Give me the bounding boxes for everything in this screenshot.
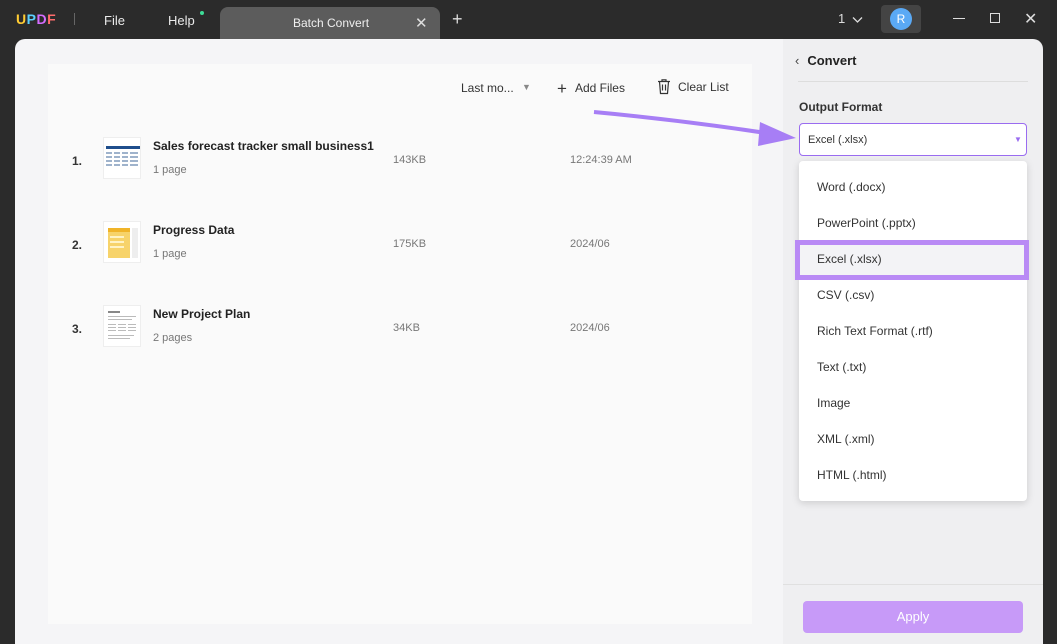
maximize-icon[interactable] — [990, 13, 1000, 23]
convert-panel: ‹ Convert Output Format Excel (.xlsx) ▼ W… — [783, 39, 1043, 644]
file-name: New Project Plan — [153, 307, 251, 321]
output-format-select[interactable]: Excel (.xlsx) ▼ — [799, 123, 1027, 156]
file-name: Progress Data — [153, 223, 235, 237]
minimize-icon[interactable] — [953, 18, 965, 19]
format-option-xml[interactable]: XML (.xml) — [799, 421, 1027, 457]
file-name: Sales forecast tracker small business1 — [153, 139, 374, 153]
format-option-csv[interactable]: CSV (.csv) — [799, 277, 1027, 313]
tab-batch-convert[interactable]: Batch Convert ✕ — [220, 7, 440, 40]
panel-title: Convert — [807, 53, 857, 68]
output-format-label: Output Format — [799, 100, 883, 114]
format-option-powerpoint[interactable]: PowerPoint (.pptx) — [799, 205, 1027, 241]
clear-list-label: Clear List — [678, 80, 729, 94]
account-button[interactable]: R — [881, 5, 921, 33]
file-size: 175KB — [393, 238, 427, 250]
menu-file[interactable]: File — [104, 13, 125, 28]
avatar: R — [890, 8, 912, 30]
file-size: 34KB — [393, 322, 420, 334]
file-index: 2. — [72, 238, 83, 252]
add-files-button[interactable]: + Add Files — [557, 79, 625, 99]
convert-header[interactable]: ‹ Convert — [795, 53, 856, 68]
file-row[interactable]: 3. New Project Plan 2 pages 34KB 2024/06 — [48, 295, 752, 379]
file-index: 1. — [72, 154, 83, 168]
clear-list-button[interactable]: Clear List — [656, 78, 729, 95]
file-thumbnail — [103, 305, 141, 347]
file-date: 2024/06 — [570, 238, 610, 250]
file-pages: 1 page — [153, 248, 187, 260]
format-option-text[interactable]: Text (.txt) — [799, 349, 1027, 385]
divider — [798, 81, 1028, 82]
file-pages: 2 pages — [153, 332, 193, 344]
file-list: Last mo... ▼ + Add Files Clear List 1. S… — [48, 64, 752, 624]
divider — [783, 584, 1043, 585]
help-notification-dot — [200, 11, 204, 15]
document-count-dropdown[interactable]: 1 — [838, 11, 863, 26]
highlight-box — [795, 240, 1029, 280]
back-icon[interactable]: ‹ — [795, 53, 799, 68]
menu-help[interactable]: Help — [168, 13, 195, 28]
title-bar: UPDF File Help Batch Convert ✕ + 1 R ✕ — [0, 0, 1057, 40]
add-files-label: Add Files — [574, 81, 625, 95]
window-close-icon[interactable]: ✕ — [1024, 9, 1037, 29]
selected-format: Excel (.xlsx) — [808, 134, 868, 146]
format-dropdown: Word (.docx) PowerPoint (.pptx) Excel (.… — [799, 161, 1027, 501]
main-area: Last mo... ▼ + Add Files Clear List 1. S… — [15, 39, 783, 644]
file-thumbnail — [103, 137, 141, 179]
format-option-html[interactable]: HTML (.html) — [799, 457, 1027, 493]
file-pages: 1 page — [153, 164, 187, 176]
file-thumbnail — [103, 221, 141, 263]
list-toolbar: Last mo... ▼ + Add Files Clear List — [48, 64, 752, 114]
updf-logo: UPDF — [16, 11, 57, 27]
title-separator — [74, 13, 75, 25]
tab-close-icon[interactable]: ✕ — [415, 14, 428, 32]
file-row[interactable]: 2. Progress Data 1 page 175KB 2024/06 — [48, 211, 752, 295]
format-option-image[interactable]: Image — [799, 385, 1027, 421]
file-date: 2024/06 — [570, 322, 610, 334]
format-option-word[interactable]: Word (.docx) — [799, 169, 1027, 205]
tab-title: Batch Convert — [293, 16, 370, 30]
chevron-down-icon — [852, 16, 863, 23]
plus-icon: + — [557, 79, 567, 98]
file-row[interactable]: 1. Sales forecast tracker small business… — [48, 127, 752, 211]
caret-down-icon: ▼ — [1014, 135, 1022, 144]
sort-dropdown[interactable]: Last mo... — [461, 81, 514, 95]
apply-button[interactable]: Apply — [803, 601, 1023, 633]
caret-down-icon[interactable]: ▼ — [522, 82, 531, 92]
new-tab-icon[interactable]: + — [452, 9, 463, 30]
file-date: 12:24:39 AM — [570, 154, 632, 166]
file-index: 3. — [72, 322, 83, 336]
document-count: 1 — [838, 11, 846, 26]
format-option-rtf[interactable]: Rich Text Format (.rtf) — [799, 313, 1027, 349]
file-size: 143KB — [393, 154, 427, 166]
trash-icon — [658, 79, 670, 95]
